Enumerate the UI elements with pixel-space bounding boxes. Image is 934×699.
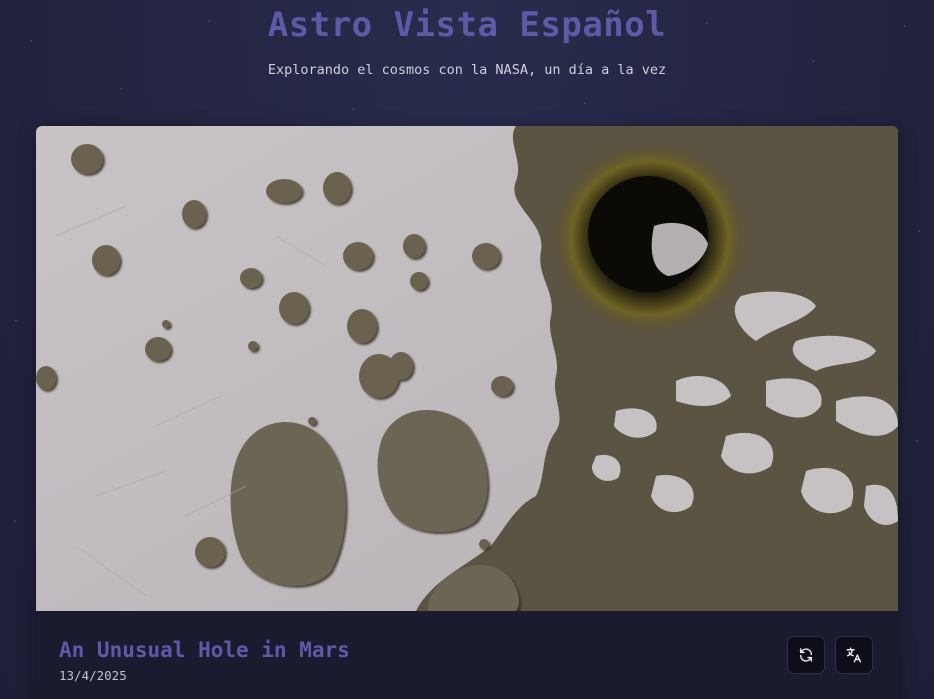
translate-icon [846,647,862,663]
refresh-button[interactable] [787,636,825,674]
site-subtitle: Explorando el cosmos con la NASA, un día… [267,62,667,78]
refresh-icon [799,648,813,662]
card-footer: An Unusual Hole in Mars 13/4/2025 [36,611,898,699]
apod-card: An Unusual Hole in Mars 13/4/2025 [36,126,898,699]
apod-date: 13/4/2025 [59,668,127,683]
apod-image [36,126,898,611]
site-header: Astro Vista Español Explorando el cosmos… [0,0,934,78]
apod-title: An Unusual Hole in Mars [59,638,350,662]
translate-button[interactable] [835,636,873,674]
site-title: Astro Vista Español [267,5,667,45]
